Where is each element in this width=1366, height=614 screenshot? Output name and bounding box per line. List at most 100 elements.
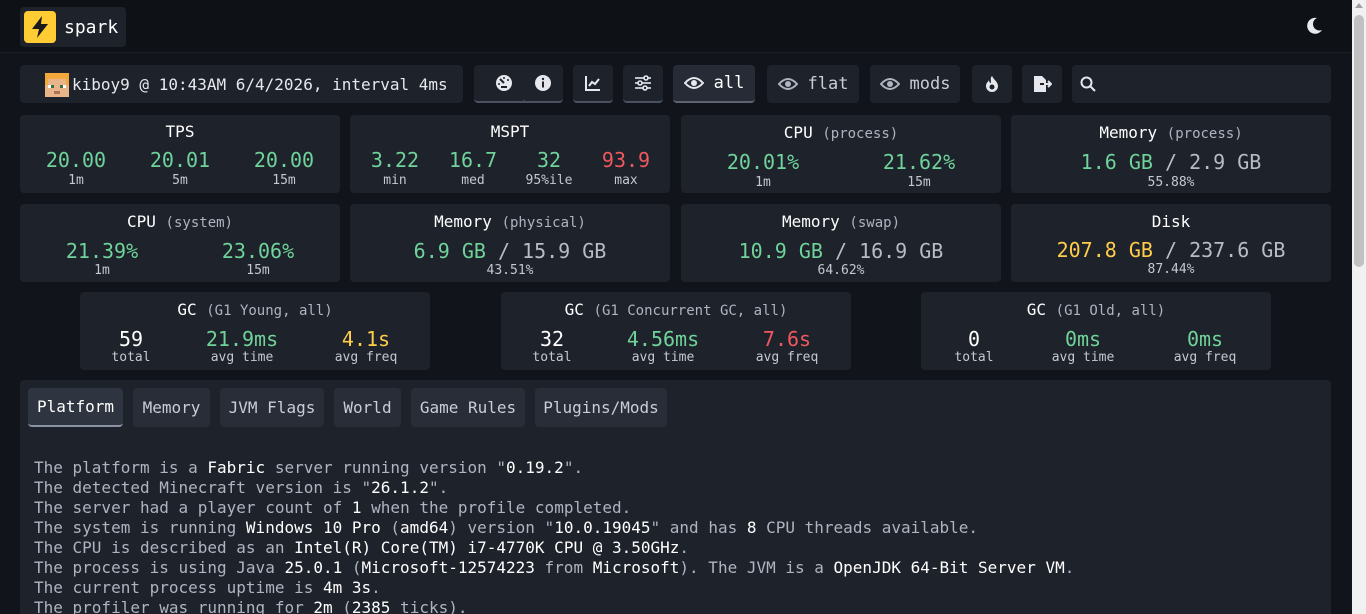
mspt-max-label: max [614,173,638,188]
tps-15m-label: 15m [272,173,296,188]
view-flat-button[interactable]: flat [767,65,859,103]
info-icon [535,75,551,91]
gc-young-avg-freq: 4.1s [341,327,391,351]
mspt-min-label: min [383,173,407,188]
cpu-system-15m-value: 23.06% [221,239,295,263]
gc-young-avg-freq-label: avg freq [334,350,398,365]
view-flat-label: flat [807,74,849,94]
eye-icon [683,77,704,89]
top-bar: spark [0,0,1352,53]
info-panel: Platform Memory JVM Flags World Game Rul… [20,380,1331,614]
gc-old-avg-time: 0ms [1064,327,1102,351]
gc-old-avg-freq: 0ms [1186,327,1224,351]
mspt-med-value: 16.7 [448,148,498,172]
gc-concurrent-title: GC (G1 Concurrent GC, all) [564,300,788,319]
export-button[interactable] [1022,65,1062,103]
moon-icon[interactable] [1304,16,1324,36]
info-button[interactable] [523,65,563,103]
tab-jvm-flags[interactable]: JVM Flags [220,388,324,427]
tab-game-rules[interactable]: Game Rules [411,388,525,427]
cpu-system-1m-value: 21.39% [65,239,139,263]
gc-old-avg-time-label: avg time [1051,350,1115,365]
memory-process-title: Memory (process) [1099,123,1243,142]
flame-icon [986,76,998,92]
cpu-system-card: CPU (system) 21.39% 23.06% 1m 15m [20,204,340,282]
gc-old-title: GC (G1 Old, all) [1026,300,1166,319]
toolbar: kiboy9 @ 10:43AM 6/4/2026, interval 4ms … [20,65,1331,105]
memory-physical-percent: 43.51% [486,263,534,278]
tab-memory[interactable]: Memory [133,388,210,427]
page-scrollbar[interactable] [1352,0,1366,614]
search-input[interactable] [1104,75,1324,93]
view-mods-button[interactable]: mods [870,65,960,103]
cpu-process-card: CPU (process) 20.01% 21.62% 1m 15m [681,115,1001,193]
tps-title: TPS [165,122,195,141]
gc-young-avg-time-label: avg time [210,350,274,365]
cpu-process-15m-label: 15m [907,175,931,190]
mspt-title: MSPT [490,122,530,141]
lightning-icon [24,11,56,43]
eye-icon [879,78,900,90]
tps-5m-label: 5m [172,173,188,188]
platform-line: The server had a player count of 1 when … [34,498,632,517]
view-all-button[interactable]: all [673,65,755,103]
memory-swap-percent: 64.62% [817,263,865,278]
profile-meta: kiboy9 @ 10:43AM 6/4/2026, interval 4ms [20,65,463,103]
platform-line: The profiler was running for 2m (2385 ti… [34,598,468,614]
tps-1m-label: 1m [68,173,84,188]
platform-info: The platform is a Fabric server running … [34,458,1074,614]
gc-young-total: 59 [118,327,144,351]
search-box[interactable] [1072,65,1331,103]
view-all-label: all [713,73,745,93]
platform-line: The CPU is described as an Intel(R) Core… [34,538,690,557]
platform-line: The current process uptime is 4m 3s. [34,578,381,597]
gc-old-total-label: total [954,350,994,365]
spark-logo[interactable]: spark [20,7,127,47]
tab-plugins-mods[interactable]: Plugins/Mods [535,388,667,427]
gc-concurrent-avg-freq-label: avg freq [755,350,819,365]
settings-button[interactable] [623,65,663,103]
cpu-process-15m-value: 21.62% [882,150,956,174]
memory-swap-title: Memory (swap) [781,212,900,231]
eye-icon [777,78,798,90]
player-avatar [45,73,69,97]
memory-physical-card: Memory (physical) 6.9 GB / 15.9 GB 43.51… [350,204,670,282]
scroll-thumb[interactable] [1354,15,1364,267]
disk-value: 207.8 GB / 237.6 GB [1056,238,1286,262]
cpu-process-1m-label: 1m [755,175,771,190]
disk-percent: 87.44% [1147,262,1195,277]
platform-line: The platform is a Fabric server running … [34,458,584,477]
tab-world[interactable]: World [334,388,401,427]
mspt-95-label: 95%ile [525,173,573,188]
app-name: spark [64,16,119,38]
cpu-process-1m-value: 20.01% [726,150,800,174]
gc-young-avg-time: 21.9ms [205,327,279,351]
scroll-up-icon[interactable] [1355,3,1363,8]
flame-graph-button[interactable] [972,65,1012,103]
platform-line: The system is running Windows 10 Pro (am… [34,518,979,537]
mspt-95-value: 32 [536,148,562,172]
tps-5m-value: 20.01 [149,148,211,172]
mspt-med-label: med [461,173,485,188]
platform-line: The process is using Java 25.0.1 (Micros… [34,558,1075,577]
cpu-system-15m-label: 15m [246,263,270,278]
memory-physical-value: 6.9 GB / 15.9 GB [413,239,607,263]
gc-concurrent-avg-time-label: avg time [631,350,695,365]
gc-concurrent-total: 32 [539,327,565,351]
gc-concurrent-avg-time: 4.56ms [626,327,700,351]
memory-swap-card: Memory (swap) 10.9 GB / 16.9 GB 64.62% [681,204,1001,282]
tps-1m-value: 20.00 [45,148,107,172]
platform-line: The detected Minecraft version is "26.1.… [34,478,449,497]
disk-card: Disk 207.8 GB / 237.6 GB 87.44% [1011,204,1331,282]
gc-concurrent-total-label: total [532,350,572,365]
cpu-system-title: CPU (system) [127,212,233,231]
gc-old-avg-freq-label: avg freq [1173,350,1237,365]
export-icon [1034,76,1052,92]
tps-15m-value: 20.00 [253,148,315,172]
cpu-system-1m-label: 1m [94,263,110,278]
graph-icon [585,76,600,91]
graph-button[interactable] [573,65,613,103]
gc-old-card: GC (G1 Old, all) 0 0ms 0ms total avg tim… [921,292,1271,370]
tps-card: TPS 20.00 20.01 20.00 1m 5m 15m [20,115,340,193]
tab-platform[interactable]: Platform [28,388,123,427]
